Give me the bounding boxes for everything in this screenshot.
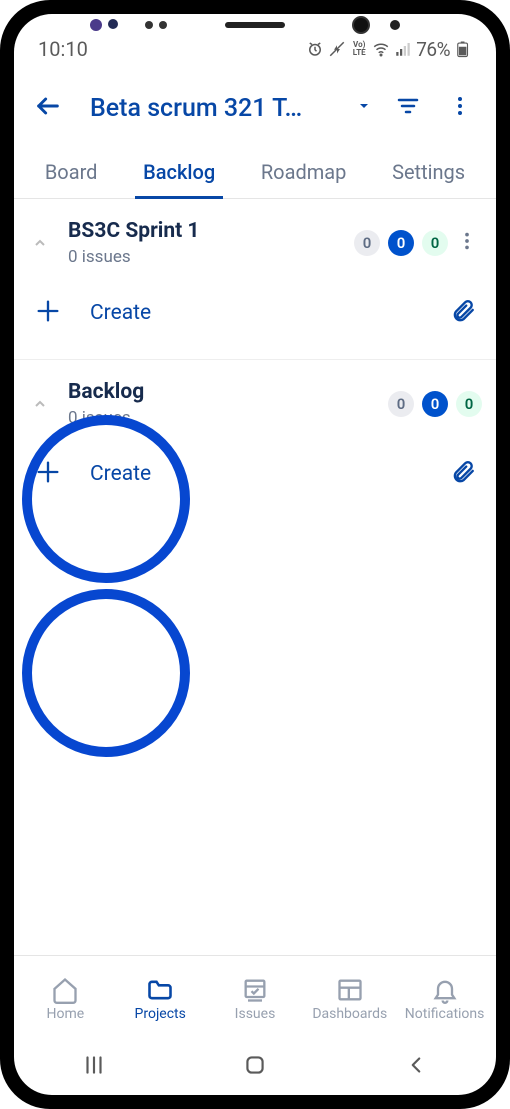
status-badges: 0 0 0 bbox=[388, 391, 482, 417]
tabs: Board Backlog Roadmap Settings bbox=[14, 146, 496, 199]
highlight-circle bbox=[22, 589, 190, 757]
nav-dashboards[interactable]: Dashboards bbox=[302, 976, 397, 1022]
phone-notch bbox=[0, 0, 510, 50]
todo-count-badge: 0 bbox=[354, 230, 380, 256]
inprogress-count-badge: 0 bbox=[422, 391, 448, 417]
section-header[interactable]: Backlog 0 issues 0 0 0 bbox=[14, 360, 496, 428]
section-menu-button[interactable] bbox=[448, 230, 482, 256]
create-button[interactable]: Create bbox=[34, 458, 151, 490]
nav-projects[interactable]: Projects bbox=[113, 976, 208, 1022]
section-header[interactable]: BS3C Sprint 1 0 issues 0 0 0 bbox=[14, 199, 496, 267]
content-area[interactable]: BS3C Sprint 1 0 issues 0 0 0 bbox=[14, 199, 496, 955]
create-label: Create bbox=[90, 301, 151, 325]
home-button[interactable] bbox=[240, 1050, 270, 1080]
recents-button[interactable] bbox=[79, 1050, 109, 1080]
system-nav-bar bbox=[14, 1035, 496, 1095]
nav-notifications[interactable]: Notifications bbox=[397, 976, 492, 1022]
chevron-up-icon[interactable] bbox=[28, 396, 52, 412]
section-subtitle: 0 issues bbox=[68, 247, 354, 267]
chevron-up-icon[interactable] bbox=[28, 235, 52, 251]
nav-issues[interactable]: Issues bbox=[208, 976, 303, 1022]
nav-label: Notifications bbox=[405, 1006, 485, 1022]
create-row: Create bbox=[14, 428, 496, 520]
plus-icon bbox=[34, 297, 62, 329]
tab-settings[interactable]: Settings bbox=[380, 146, 477, 198]
inprogress-count-badge: 0 bbox=[388, 230, 414, 256]
create-label: Create bbox=[90, 462, 151, 486]
nav-label: Projects bbox=[135, 1006, 186, 1022]
project-dropdown-icon[interactable] bbox=[350, 98, 378, 118]
tab-board[interactable]: Board bbox=[33, 146, 110, 198]
done-count-badge: 0 bbox=[422, 230, 448, 256]
nav-home[interactable]: Home bbox=[18, 976, 113, 1022]
todo-count-badge: 0 bbox=[388, 391, 414, 417]
overflow-menu-button[interactable] bbox=[438, 88, 482, 128]
plus-icon bbox=[34, 458, 62, 490]
back-button-system[interactable] bbox=[401, 1050, 431, 1080]
nav-label: Issues bbox=[235, 1006, 276, 1022]
bottom-nav: Home Projects Issues Dashboards Notifica… bbox=[14, 955, 496, 1035]
create-row: Create bbox=[14, 267, 496, 359]
done-count-badge: 0 bbox=[456, 391, 482, 417]
phone-frame: 10:10 Vo)LTE 76% bbox=[0, 0, 510, 1109]
back-button[interactable] bbox=[28, 86, 68, 130]
app-header: Beta scrum 321 T… bbox=[14, 66, 496, 140]
screen: 10:10 Vo)LTE 76% bbox=[14, 14, 496, 1095]
create-button[interactable]: Create bbox=[34, 297, 151, 329]
backlog-section: Backlog 0 issues 0 0 0 Create bbox=[14, 360, 496, 520]
nav-label: Home bbox=[47, 1006, 85, 1022]
nav-label: Dashboards bbox=[312, 1006, 387, 1022]
section-subtitle: 0 issues bbox=[68, 408, 388, 428]
attachment-button[interactable] bbox=[450, 298, 476, 328]
section-title: Backlog bbox=[68, 380, 388, 404]
project-title[interactable]: Beta scrum 321 T… bbox=[76, 94, 342, 123]
tab-roadmap[interactable]: Roadmap bbox=[249, 146, 359, 198]
sprint-section: BS3C Sprint 1 0 issues 0 0 0 bbox=[14, 199, 496, 360]
status-badges: 0 0 0 bbox=[354, 230, 448, 256]
tab-backlog[interactable]: Backlog bbox=[131, 146, 227, 198]
attachment-button[interactable] bbox=[450, 459, 476, 489]
section-title: BS3C Sprint 1 bbox=[68, 219, 354, 243]
filter-button[interactable] bbox=[386, 88, 430, 128]
